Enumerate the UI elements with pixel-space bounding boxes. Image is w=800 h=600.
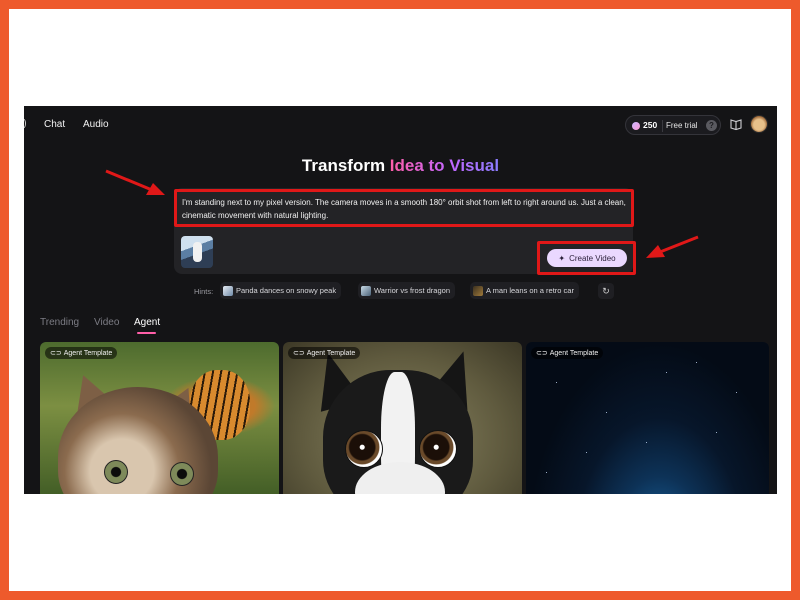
star <box>606 412 607 413</box>
page-title: Transform Idea to Visual <box>24 156 777 176</box>
help-icon[interactable]: ? <box>706 120 717 131</box>
refresh-icon[interactable]: ↻ <box>598 283 614 299</box>
free-trial-link[interactable]: Free trial <box>666 121 698 130</box>
book-icon[interactable] <box>729 117 743 131</box>
hint-chip[interactable]: A man leans on a retro car <box>470 282 579 299</box>
agent-template-badge: ⊂⊃ Agent Template <box>531 347 604 359</box>
diamond-icon <box>632 122 640 130</box>
top-nav: Chat Audio 250 Free trial ? <box>24 106 777 144</box>
template-card[interactable]: ⊂⊃ Agent Template <box>283 342 522 494</box>
reference-image-thumbnail[interactable] <box>181 236 213 268</box>
hint-thumbnail <box>361 285 371 296</box>
agent-template-badge: ⊂⊃ Agent Template <box>45 347 118 359</box>
credits-count: 250 <box>643 120 658 130</box>
nav-audio[interactable]: Audio <box>83 119 109 130</box>
star <box>696 362 697 363</box>
cat-eye <box>104 460 128 484</box>
annotation-box-button <box>537 241 636 275</box>
agent-template-badge: ⊂⊃ Agent Template <box>288 347 361 359</box>
divider <box>662 120 663 132</box>
hint-chip[interactable]: Panda dances on snowy peak <box>220 282 342 299</box>
cat-eye <box>170 462 194 486</box>
star <box>646 442 647 443</box>
title-prefix: Transform <box>301 156 390 175</box>
hint-chip[interactable]: Warrior vs frost dragon <box>358 282 455 299</box>
template-card[interactable]: ⊂⊃ Agent Template <box>526 342 769 494</box>
star <box>556 382 557 383</box>
tab-video[interactable]: Video <box>94 317 119 328</box>
hint-thumbnail <box>223 285 233 296</box>
nav-partial-icon <box>24 119 26 128</box>
badge-label: Agent Template <box>306 349 356 357</box>
tab-agent[interactable]: Agent <box>134 317 160 328</box>
dog-eye <box>345 430 383 468</box>
dog-eye <box>419 430 457 468</box>
hint-label: Panda dances on snowy peak <box>236 286 337 295</box>
credits-pill[interactable]: 250 Free trial ? <box>625 115 721 135</box>
link-icon: ⊂⊃ <box>293 350 305 357</box>
annotation-box-prompt <box>174 189 634 227</box>
badge-label: Agent Template <box>63 349 113 357</box>
hints-bar: Hints: Panda dances on snowy peak Warrio… <box>24 282 777 300</box>
active-tab-indicator <box>137 332 156 334</box>
badge-label: Agent Template <box>549 349 599 357</box>
app-screen: Chat Audio 250 Free trial ? Transform Id… <box>24 106 777 494</box>
link-icon: ⊂⊃ <box>50 350 62 357</box>
tab-trending[interactable]: Trending <box>40 317 79 328</box>
star <box>586 452 587 453</box>
hint-thumbnail <box>473 285 483 296</box>
nav-chat[interactable]: Chat <box>44 119 65 130</box>
star <box>546 472 547 473</box>
link-icon: ⊂⊃ <box>536 350 548 357</box>
star <box>666 372 667 373</box>
hint-label: Warrior vs frost dragon <box>374 286 450 295</box>
star <box>716 432 717 433</box>
star <box>736 392 737 393</box>
avatar[interactable] <box>750 115 768 133</box>
template-card[interactable]: ⊂⊃ Agent Template <box>40 342 279 494</box>
hint-label: A man leans on a retro car <box>486 286 574 295</box>
hints-label: Hints: <box>194 287 214 296</box>
title-highlight: Idea to Visual <box>389 156 500 175</box>
